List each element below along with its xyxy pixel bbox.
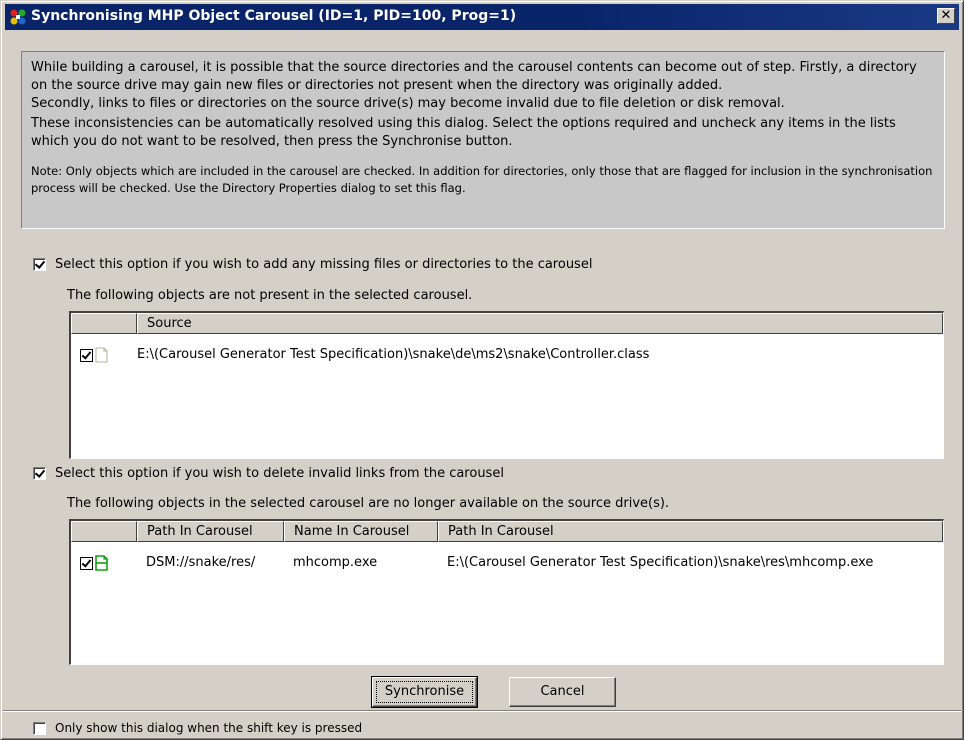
column-header-source-path[interactable]: Path In Carousel — [438, 521, 943, 542]
delete-invalid-label: Select this option if you wish to delete… — [55, 466, 504, 481]
list-item[interactable]: E:\(Carousel Generator Test Specificatio… — [71, 345, 943, 365]
missing-objects-list[interactable]: Source E:\(Carousel Generator Test Speci… — [69, 311, 944, 459]
file-icon — [95, 347, 108, 363]
window-title: Synchronising MHP Object Carousel (ID=1,… — [31, 8, 517, 24]
shift-key-option[interactable]: Only show this dialog when the shift key… — [33, 721, 362, 735]
column-header-name-in-carousel[interactable]: Name In Carousel — [284, 521, 438, 542]
add-missing-option[interactable]: Select this option if you wish to add an… — [33, 257, 592, 272]
close-button[interactable]: ✕ — [937, 8, 955, 24]
missing-objects-label: The following objects are not present in… — [67, 288, 473, 303]
app-icon — [10, 9, 26, 25]
source-path: E:\(Carousel Generator Test Specificatio… — [137, 347, 650, 362]
dialog-window: Synchronising MHP Object Carousel (ID=1,… — [0, 0, 964, 740]
info-paragraph-3: These inconsistencies can be automatical… — [31, 116, 896, 149]
info-note: Note: Only objects which are included in… — [31, 164, 933, 195]
footer-divider — [3, 710, 961, 712]
delete-invalid-option[interactable]: Select this option if you wish to delete… — [33, 466, 504, 481]
shift-key-checkbox[interactable] — [33, 721, 46, 735]
title-bar[interactable]: Synchronising MHP Object Carousel (ID=1,… — [5, 4, 959, 30]
row-checkbox[interactable] — [80, 556, 93, 570]
column-header-path-in-carousel[interactable]: Path In Carousel — [137, 521, 284, 542]
shift-key-label: Only show this dialog when the shift key… — [55, 721, 363, 735]
source-path: E:\(Carousel Generator Test Specificatio… — [447, 555, 874, 570]
invalid-list-header: Path In Carousel Name In Carousel Path I… — [71, 521, 943, 542]
focus-rect — [376, 681, 473, 703]
close-icon: ✕ — [940, 8, 952, 23]
unavailable-objects-label: The following objects in the selected ca… — [67, 496, 670, 511]
broken-link-file-icon — [95, 555, 108, 571]
column-header-check[interactable] — [71, 313, 137, 334]
cancel-label: Cancel — [540, 684, 585, 699]
list-item[interactable]: DSM://snake/res/ mhcomp.exe E:\(Carousel… — [71, 553, 943, 573]
carousel-name: mhcomp.exe — [293, 555, 378, 570]
delete-invalid-checkbox[interactable] — [33, 467, 46, 480]
synchronise-button[interactable]: Synchronise — [371, 676, 478, 708]
column-header-source[interactable]: Source — [137, 313, 943, 334]
cancel-button[interactable]: Cancel — [509, 677, 616, 707]
invalid-links-list[interactable]: Path In Carousel Name In Carousel Path I… — [69, 519, 944, 665]
carousel-path: DSM://snake/res/ — [146, 555, 256, 570]
info-panel: While building a carousel, it is possibl… — [21, 51, 945, 229]
info-paragraph-1: While building a carousel, it is possibl… — [31, 60, 917, 93]
row-checkbox[interactable] — [80, 348, 93, 362]
column-header-check[interactable] — [71, 521, 137, 542]
info-paragraph-2: Secondly, links to files or directories … — [31, 96, 785, 111]
add-missing-label: Select this option if you wish to add an… — [55, 257, 593, 272]
add-missing-checkbox[interactable] — [33, 258, 46, 271]
missing-list-header: Source — [71, 313, 943, 334]
